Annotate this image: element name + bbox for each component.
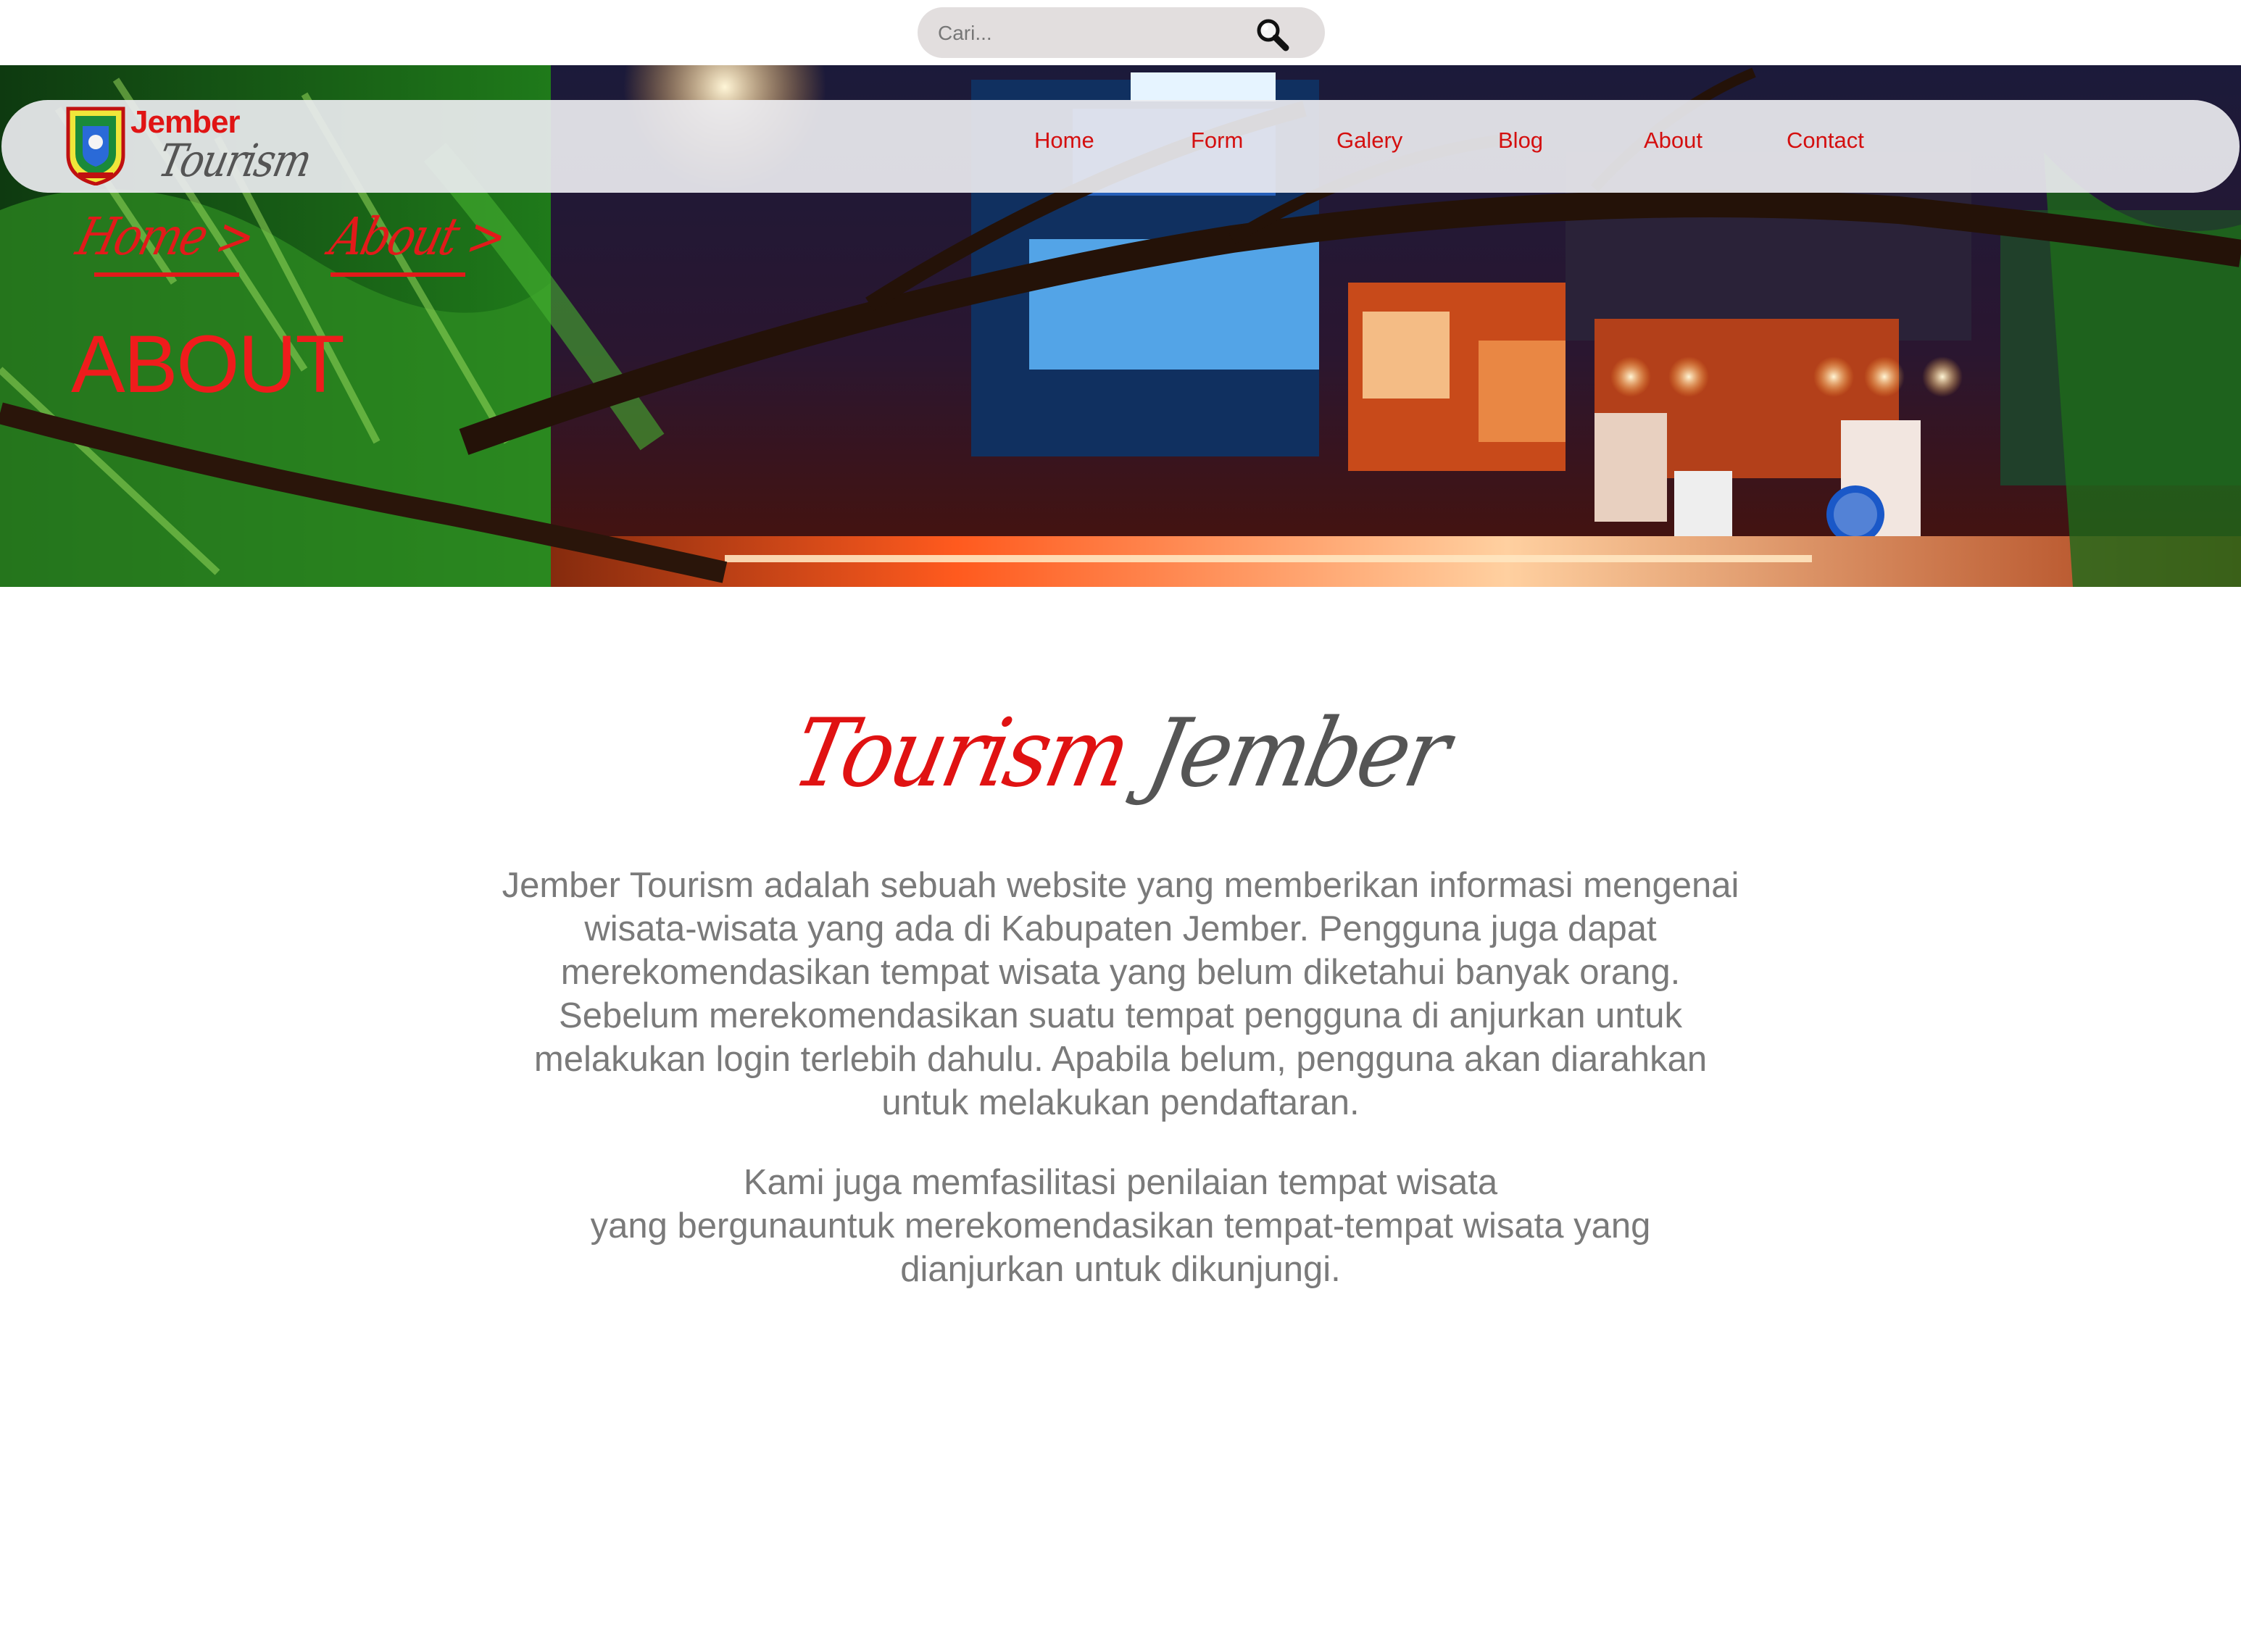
heading-word-jember: Jember bbox=[1139, 698, 1458, 808]
nav-home[interactable]: Home bbox=[1034, 128, 1094, 154]
top-search-strip bbox=[0, 0, 2241, 65]
breadcrumb-home[interactable]: Home > bbox=[71, 206, 260, 267]
nav-contact[interactable]: Contact bbox=[1787, 128, 1864, 154]
nav-blog[interactable]: Blog bbox=[1498, 128, 1543, 154]
jember-crest-icon bbox=[66, 107, 125, 185]
heading-word-tourism: Tourism bbox=[783, 698, 1138, 808]
page-title: ABOUT bbox=[71, 319, 345, 409]
search-icon bbox=[1257, 19, 1289, 51]
nav-galery[interactable]: Galery bbox=[1336, 128, 1402, 154]
breadcrumb-home-underline bbox=[94, 272, 239, 277]
search-box bbox=[918, 7, 1325, 58]
navbar bbox=[1, 100, 2240, 193]
brand-name-line2: Tourism bbox=[154, 134, 315, 187]
breadcrumb-about[interactable]: About > bbox=[325, 206, 512, 267]
about-paragraph-1: Jember Tourism adalah sebuah website yan… bbox=[502, 866, 1739, 1122]
nav-form[interactable]: Form bbox=[1191, 128, 1243, 154]
section-heading: TourismJember bbox=[0, 698, 2241, 808]
search-input[interactable] bbox=[936, 13, 1244, 54]
brand-logo[interactable]: Jember Tourism bbox=[65, 104, 315, 190]
nav-about[interactable]: About bbox=[1644, 128, 1702, 154]
about-paragraph-2: Kami juga memfasilitasi penilaian tempat… bbox=[590, 1163, 1651, 1289]
breadcrumb-about-underline bbox=[330, 272, 465, 277]
search-button[interactable] bbox=[1242, 10, 1303, 55]
